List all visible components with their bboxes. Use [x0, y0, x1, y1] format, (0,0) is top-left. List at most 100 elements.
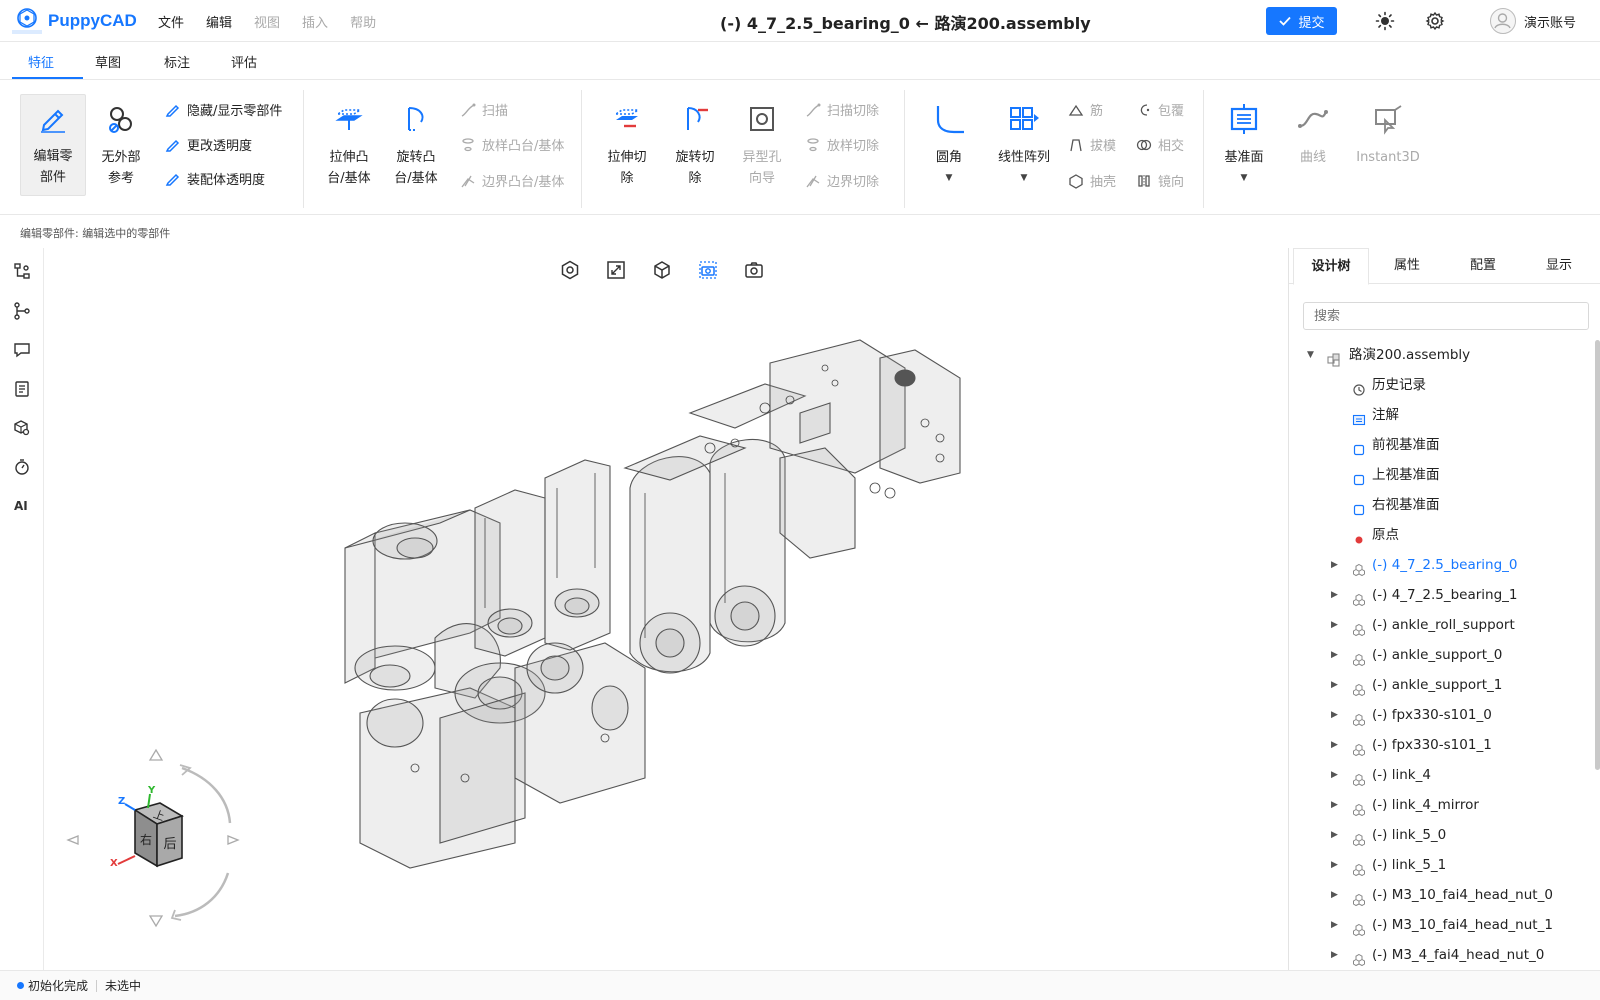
tree-item-part[interactable]: ▶ (-) 4_7_2.5_bearing_0	[1289, 550, 1589, 580]
comment-icon[interactable]	[13, 341, 31, 359]
tree-item-part[interactable]: ▶ (-) fpx330-s101_1	[1289, 730, 1589, 760]
sweep-button[interactable]: 扫描	[460, 100, 508, 119]
collapse-arrow-icon[interactable]: ▼	[1307, 340, 1314, 370]
3d-viewport[interactable]: 上 右 后 X Y Z	[45, 248, 1287, 970]
tab-features[interactable]: 特征	[28, 52, 54, 71]
view-cube[interactable]: 上 右 后 X Y Z	[60, 748, 250, 938]
boundary-boss-button[interactable]: 边界凸台/基体	[460, 171, 564, 190]
reference-plane-button[interactable]: 基准面 ▼	[1211, 96, 1277, 189]
loft-boss-button[interactable]: 放样凸台/基体	[460, 135, 564, 154]
tab-design-tree[interactable]: 设计树	[1293, 248, 1369, 285]
box-search-icon[interactable]	[13, 419, 31, 437]
assembly-tree-icon[interactable]	[13, 262, 31, 280]
document-list-icon[interactable]	[13, 380, 31, 398]
gear-icon[interactable]	[1425, 11, 1445, 31]
tree-item-assembly[interactable]: ▼ 路演200.assembly	[1289, 340, 1589, 370]
extrude-cut-button[interactable]: 拉伸切除	[594, 96, 660, 189]
mirror-button[interactable]: 镜向	[1136, 171, 1184, 190]
tree-item-part[interactable]: ▶ (-) link_4_mirror	[1289, 790, 1589, 820]
expand-arrow-icon[interactable]: ▶	[1331, 850, 1338, 880]
app-logo[interactable]: PuppyCAD	[10, 6, 137, 36]
expand-arrow-icon[interactable]: ▶	[1331, 580, 1338, 610]
expand-arrow-icon[interactable]: ▶	[1331, 700, 1338, 730]
rotate-up-icon[interactable]	[148, 748, 164, 761]
rotate-left-icon[interactable]	[66, 835, 79, 845]
draft-button[interactable]: 拔模	[1068, 135, 1116, 154]
tree-item-origin[interactable]: 原点	[1289, 520, 1589, 550]
expand-arrow-icon[interactable]: ▶	[1331, 730, 1338, 760]
hole-wizard-button[interactable]: 异型孔向导	[729, 96, 795, 189]
intersect-button[interactable]: 相交	[1136, 135, 1184, 154]
tree-item-plane[interactable]: 右视基准面	[1289, 490, 1589, 520]
expand-arrow-icon[interactable]: ▶	[1331, 550, 1338, 580]
expand-arrow-icon[interactable]: ▶	[1331, 820, 1338, 850]
tree-item-part[interactable]: ▶ (-) ankle_roll_support	[1289, 610, 1589, 640]
menu-help[interactable]: 帮助	[350, 12, 376, 31]
tree-item-history[interactable]: 历史记录	[1289, 370, 1589, 400]
tree-item-plane[interactable]: 前视基准面	[1289, 430, 1589, 460]
branch-icon[interactable]	[13, 302, 31, 320]
menu-insert[interactable]: 插入	[302, 12, 328, 31]
expand-arrow-icon[interactable]: ▶	[1331, 940, 1338, 970]
wrap-button[interactable]: 包覆	[1136, 100, 1184, 119]
tree-item-annotation[interactable]: 注解	[1289, 400, 1589, 430]
tree-item-plane[interactable]: 上视基准面	[1289, 460, 1589, 490]
account-menu[interactable]: 演示账号	[1490, 8, 1576, 34]
tree-item-part[interactable]: ▶ (-) link_4	[1289, 760, 1589, 790]
view-cube-side-face[interactable]: 右	[140, 832, 152, 847]
expand-arrow-icon[interactable]: ▶	[1331, 760, 1338, 790]
shell-button[interactable]: 抽壳	[1068, 171, 1116, 190]
sweep-cut-button[interactable]: 扫描切除	[805, 100, 879, 119]
tab-display[interactable]: 显示	[1521, 248, 1597, 284]
expand-arrow-icon[interactable]: ▶	[1331, 910, 1338, 940]
rib-button[interactable]: 筋	[1068, 100, 1103, 119]
expand-arrow-icon[interactable]: ▶	[1331, 880, 1338, 910]
tree-item-part[interactable]: ▶ (-) M3_10_fai4_head_nut_1	[1289, 910, 1589, 940]
expand-arrow-icon[interactable]: ▶	[1331, 790, 1338, 820]
loft-cut-button[interactable]: 放样切除	[805, 135, 879, 154]
tree-scrollbar[interactable]	[1595, 340, 1600, 770]
tab-properties[interactable]: 属性	[1369, 248, 1445, 284]
boundary-cut-button[interactable]: 边界切除	[805, 171, 879, 190]
tree-search-input[interactable]	[1303, 302, 1589, 330]
rotate-right-icon[interactable]	[227, 835, 240, 845]
submit-button[interactable]: 提交	[1266, 7, 1337, 35]
change-transparency-button[interactable]: 更改透明度	[165, 135, 252, 154]
tree-item-part[interactable]: ▶ (-) ankle_support_0	[1289, 640, 1589, 670]
tab-evaluate[interactable]: 评估	[231, 52, 257, 71]
tab-sketch[interactable]: 草图	[95, 52, 121, 71]
expand-arrow-icon[interactable]: ▶	[1331, 610, 1338, 640]
view-cube-front-face[interactable]: 后	[163, 837, 176, 852]
edit-part-button[interactable]: 编辑零部件	[20, 94, 86, 196]
revolve-cut-button[interactable]: 旋转切除	[662, 96, 728, 189]
fillet-dropdown-icon[interactable]: ▼	[916, 168, 982, 189]
menu-file[interactable]: 文件	[158, 12, 184, 31]
tab-annotate[interactable]: 标注	[164, 52, 190, 71]
linear-pattern-dropdown-icon[interactable]: ▼	[988, 168, 1060, 189]
linear-pattern-button[interactable]: 线性阵列 ▼	[988, 96, 1060, 189]
fillet-button[interactable]: 圆角 ▼	[916, 96, 982, 189]
curve-button[interactable]: 曲线	[1280, 96, 1346, 168]
revolve-boss-button[interactable]: 旋转凸台/基体	[383, 96, 449, 189]
ai-assistant-button[interactable]: AI	[14, 499, 28, 513]
tree-item-part[interactable]: ▶ (-) M3_10_fai4_head_nut_0	[1289, 880, 1589, 910]
tree-item-part[interactable]: ▶ (-) ankle_support_1	[1289, 670, 1589, 700]
menu-edit[interactable]: 编辑	[206, 12, 232, 31]
tree-item-part[interactable]: ▶ (-) M3_4_fai4_head_nut_0	[1289, 940, 1589, 970]
tree-item-part[interactable]: ▶ (-) link_5_0	[1289, 820, 1589, 850]
rotate-down-icon[interactable]	[148, 915, 164, 928]
sun-icon[interactable]	[1375, 11, 1395, 31]
stopwatch-icon[interactable]	[13, 458, 31, 476]
hide-show-parts-button[interactable]: 隐藏/显示零部件	[165, 100, 282, 119]
tree-item-part[interactable]: ▶ (-) link_5_1	[1289, 850, 1589, 880]
reference-plane-dropdown-icon[interactable]: ▼	[1211, 168, 1277, 189]
no-external-ref-button[interactable]: 无外部参考	[88, 96, 154, 189]
instant3d-button[interactable]: Instant3D	[1348, 96, 1428, 168]
menu-view[interactable]: 视图	[254, 12, 280, 31]
expand-arrow-icon[interactable]: ▶	[1331, 640, 1338, 670]
expand-arrow-icon[interactable]: ▶	[1331, 670, 1338, 700]
tree-item-part[interactable]: ▶ (-) 4_7_2.5_bearing_1	[1289, 580, 1589, 610]
tree-item-part[interactable]: ▶ (-) fpx330-s101_0	[1289, 700, 1589, 730]
tab-configuration[interactable]: 配置	[1445, 248, 1521, 284]
assembly-transparency-button[interactable]: 装配体透明度	[165, 169, 265, 188]
